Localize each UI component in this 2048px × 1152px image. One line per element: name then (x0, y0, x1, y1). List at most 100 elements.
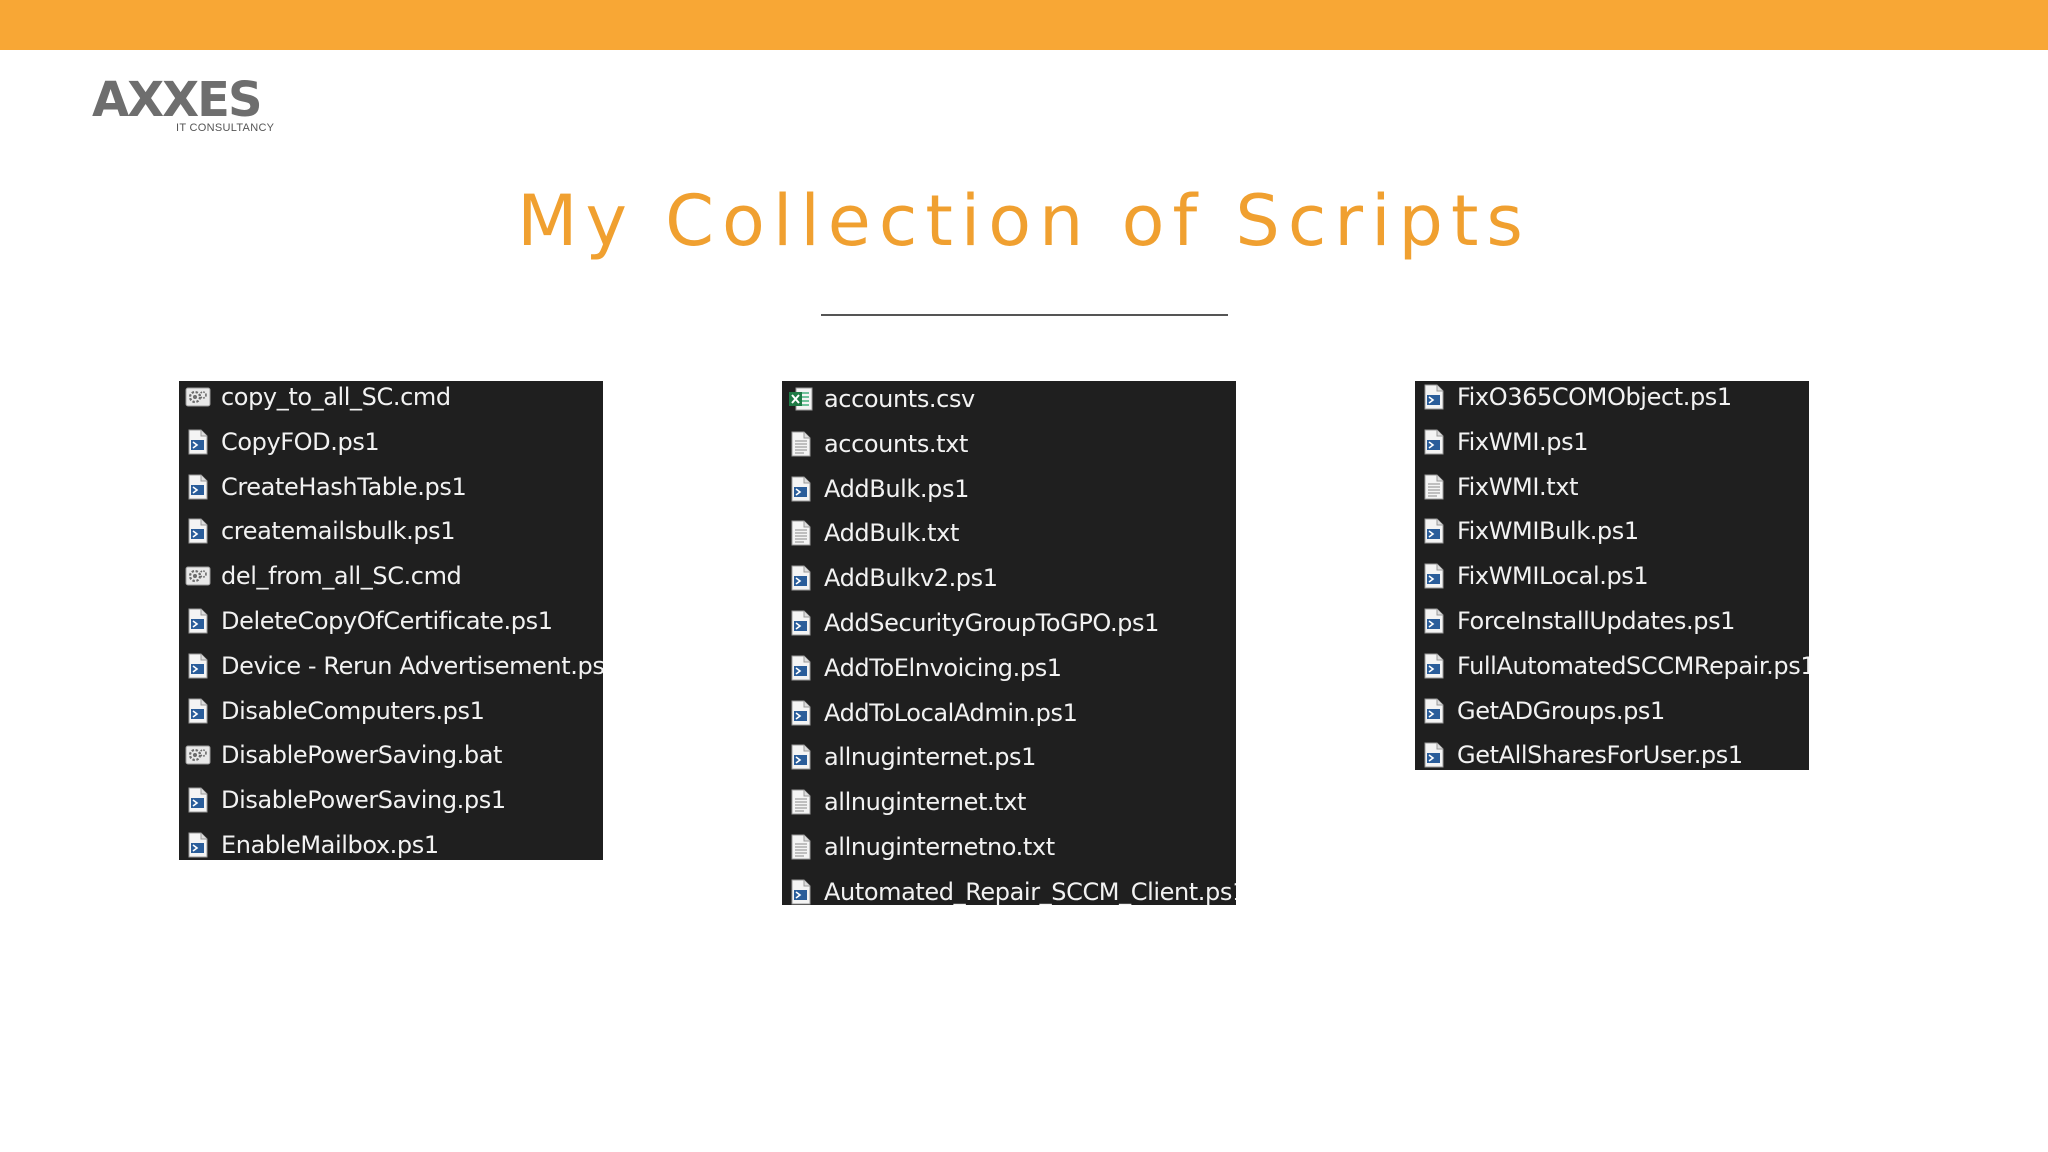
logo-wordmark: AXXES (92, 72, 263, 128)
powershell-icon (1421, 651, 1447, 681)
file-row-accounts-csv[interactable]: accounts.csv (782, 381, 1236, 421)
logo-subtitle: IT CONSULTANCY (176, 122, 275, 134)
file-row-fixwmi-txt[interactable]: FixWMI.txt (1415, 465, 1809, 509)
file-row-fixo365comobject-ps1[interactable]: FixO365COMObject.ps1 (1415, 381, 1809, 419)
powershell-icon (788, 653, 814, 683)
file-name: DisablePowerSaving.bat (221, 741, 503, 770)
file-row-addtoelnvoicing-ps1[interactable]: AddToElnvoicing.ps1 (782, 646, 1236, 690)
cmd-gear-icon (185, 382, 211, 412)
file-row-fixwmi-ps1[interactable]: FixWMI.ps1 (1415, 420, 1809, 464)
file-row-addbulk-ps1[interactable]: AddBulk.ps1 (782, 467, 1236, 511)
file-row-copy-to-all-sc-cmd[interactable]: copy_to_all_SC.cmd (179, 381, 603, 419)
file-row-addbulkv2-ps1[interactable]: AddBulkv2.ps1 (782, 556, 1236, 600)
cmd-gear-icon (185, 740, 211, 770)
powershell-icon (185, 516, 211, 546)
powershell-icon (185, 427, 211, 457)
file-row-allnuginternet-ps1[interactable]: allnuginternet.ps1 (782, 735, 1236, 779)
file-name: CreateHashTable.ps1 (221, 472, 467, 501)
powershell-icon (1421, 561, 1447, 591)
file-row-accounts-txt[interactable]: accounts.txt (782, 422, 1236, 466)
powershell-icon (1421, 606, 1447, 636)
powershell-icon (1421, 696, 1447, 726)
text-file-icon (1421, 472, 1447, 502)
file-row-allnuginternetno-txt[interactable]: allnuginternetno.txt (782, 825, 1236, 869)
file-name: FixO365COMObject.ps1 (1457, 383, 1732, 411)
powershell-icon (788, 563, 814, 593)
axxes-logo: AXXES IT CONSULTANCY (92, 76, 292, 138)
file-name: GetADGroups.ps1 (1457, 696, 1665, 725)
file-row-getallsharesforuser-ps1[interactable]: GetAllSharesForUser.ps1 (1415, 733, 1809, 770)
powershell-icon (788, 698, 814, 728)
top-accent-bar (0, 0, 2048, 50)
file-name: AddBulk.txt (824, 519, 959, 548)
powershell-icon (185, 651, 211, 681)
file-name: accounts.txt (824, 429, 968, 458)
file-row-deletecopyofcertificate-ps1[interactable]: DeleteCopyOfCertificate.ps1 (179, 599, 603, 643)
powershell-icon (185, 606, 211, 636)
file-name: Automated_Repair_SCCM_Client.ps1 (824, 877, 1236, 905)
file-name: FixWMI.ps1 (1457, 427, 1589, 456)
file-name: copy_to_all_SC.cmd (221, 383, 451, 411)
file-row-device-rerun-advertisement-ps1[interactable]: Device - Rerun Advertisement.ps1 (179, 644, 603, 688)
file-name: AddToLocalAdmin.ps1 (824, 698, 1078, 727)
powershell-icon (1421, 427, 1447, 457)
file-name: FixWMIBulk.ps1 (1457, 517, 1639, 546)
file-name: DisableComputers.ps1 (221, 696, 485, 725)
file-row-forceinstallupdates-ps1[interactable]: ForceInstallUpdates.ps1 (1415, 599, 1809, 643)
file-name: AddBulkv2.ps1 (824, 564, 998, 593)
file-row-copyfod-ps1[interactable]: CopyFOD.ps1 (179, 420, 603, 464)
file-name: EnableMailbox.ps1 (221, 831, 439, 859)
text-file-icon (788, 832, 814, 862)
file-row-addtolocaladmin-ps1[interactable]: AddToLocalAdmin.ps1 (782, 691, 1236, 735)
file-name: del_from_all_SC.cmd (221, 562, 462, 591)
file-row-disablepowersaving-bat[interactable]: DisablePowerSaving.bat (179, 733, 603, 777)
powershell-icon (185, 830, 211, 860)
file-row-getadgroups-ps1[interactable]: GetADGroups.ps1 (1415, 689, 1809, 733)
file-row-createhashtable-ps1[interactable]: CreateHashTable.ps1 (179, 465, 603, 509)
file-name: createmailsbulk.ps1 (221, 517, 456, 546)
file-row-addbulk-txt[interactable]: AddBulk.txt (782, 511, 1236, 555)
powershell-icon (1421, 516, 1447, 546)
powershell-icon (185, 785, 211, 815)
powershell-icon (788, 877, 814, 905)
file-row-automated-repair-sccm-client-ps1[interactable]: Automated_Repair_SCCM_Client.ps1 (782, 870, 1236, 905)
file-name: FixWMILocal.ps1 (1457, 562, 1649, 591)
file-list-panel-2: accounts.csv accounts.txt AddBulk.ps1 AddBu… (782, 381, 1236, 905)
text-file-icon (788, 787, 814, 817)
powershell-icon (1421, 740, 1447, 770)
file-row-addsecuritygrouptogpo-ps1[interactable]: AddSecurityGroupToGPO.ps1 (782, 601, 1236, 645)
file-name: AddSecurityGroupToGPO.ps1 (824, 609, 1159, 637)
file-row-del-from-all-sc-cmd[interactable]: del_from_all_SC.cmd (179, 554, 603, 598)
slide-title: My Collection of Scripts (517, 180, 1531, 262)
file-row-fullautomatedsccmrepair-ps1[interactable]: FullAutomatedSCCMRepair.ps1 (1415, 644, 1809, 688)
file-name: FixWMI.txt (1457, 472, 1579, 501)
title-divider (821, 314, 1228, 316)
file-name: allnuginternet.txt (824, 788, 1027, 817)
powershell-icon (788, 608, 814, 638)
file-name: FullAutomatedSCCMRepair.ps1 (1457, 651, 1809, 680)
cmd-gear-icon (185, 561, 211, 591)
file-row-createmailsbulk-ps1[interactable]: createmailsbulk.ps1 (179, 509, 603, 553)
file-name: CopyFOD.ps1 (221, 427, 380, 456)
file-name: accounts.csv (824, 385, 975, 413)
file-row-fixwmibulk-ps1[interactable]: FixWMIBulk.ps1 (1415, 509, 1809, 553)
powershell-icon (185, 472, 211, 502)
excel-icon (788, 384, 814, 414)
powershell-icon (185, 696, 211, 726)
file-row-disablecomputers-ps1[interactable]: DisableComputers.ps1 (179, 689, 603, 733)
file-name: allnuginternetno.txt (824, 833, 1055, 861)
file-row-allnuginternet-txt[interactable]: allnuginternet.txt (782, 780, 1236, 824)
powershell-icon (1421, 382, 1447, 412)
file-row-enablemailbox-ps1[interactable]: EnableMailbox.ps1 (179, 823, 603, 860)
file-name: Device - Rerun Advertisement.ps1 (221, 651, 603, 680)
file-name: ForceInstallUpdates.ps1 (1457, 607, 1736, 635)
powershell-icon (788, 742, 814, 772)
file-list-panel-3: FixO365COMObject.ps1 FixWMI.ps1 FixWMI.txt… (1415, 381, 1809, 770)
file-row-disablepowersaving-ps1[interactable]: DisablePowerSaving.ps1 (179, 778, 603, 822)
powershell-icon (788, 474, 814, 504)
text-file-icon (788, 429, 814, 459)
text-file-icon (788, 518, 814, 548)
file-name: AddToElnvoicing.ps1 (824, 653, 1062, 682)
file-row-fixwmilocal-ps1[interactable]: FixWMILocal.ps1 (1415, 554, 1809, 598)
file-list-panel-1: copy_to_all_SC.cmd CopyFOD.ps1 CreateHashT… (179, 381, 603, 860)
